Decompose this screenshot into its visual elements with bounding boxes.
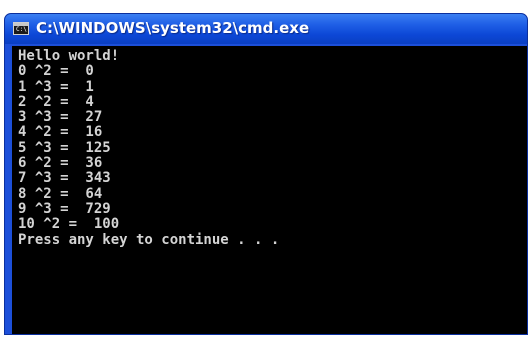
- cmd-icon-glyph: C:\: [16, 26, 27, 33]
- console-line: Press any key to continue . . .: [18, 231, 280, 248]
- console-lines: Hello world! 0 ^2 = 0 1 ^3 = 1 2 ^2 = 4 …: [12, 46, 527, 248]
- console-line: 3 ^3 = 27: [18, 109, 103, 126]
- console-line: 8 ^2 = 64: [18, 185, 103, 202]
- console-line: Hello world!: [18, 48, 120, 64]
- console-line: 5 ^3 = 125: [18, 139, 111, 156]
- console-line: 2 ^2 = 4: [18, 93, 94, 110]
- console-line: 0 ^2 = 0: [18, 63, 94, 80]
- console-line: 9 ^3 = 729: [18, 200, 111, 217]
- cmd-icon[interactable]: C:\: [13, 22, 29, 35]
- console-line: 10 ^2 = 100: [18, 216, 120, 233]
- console-line: 1 ^3 = 1: [18, 78, 94, 95]
- console-line: 6 ^2 = 36: [18, 155, 103, 172]
- window-title: C:\WINDOWS\system32\cmd.exe: [36, 19, 310, 37]
- cmd-window: C:\ C:\WINDOWS\system32\cmd.exe Hello wo…: [4, 13, 528, 335]
- console-line: 7 ^3 = 343: [18, 170, 111, 187]
- title-bar[interactable]: C:\ C:\WINDOWS\system32\cmd.exe: [5, 14, 527, 44]
- console-output[interactable]: Hello world! 0 ^2 = 0 1 ^3 = 1 2 ^2 = 4 …: [12, 46, 527, 334]
- console-line: 4 ^2 = 16: [18, 124, 103, 141]
